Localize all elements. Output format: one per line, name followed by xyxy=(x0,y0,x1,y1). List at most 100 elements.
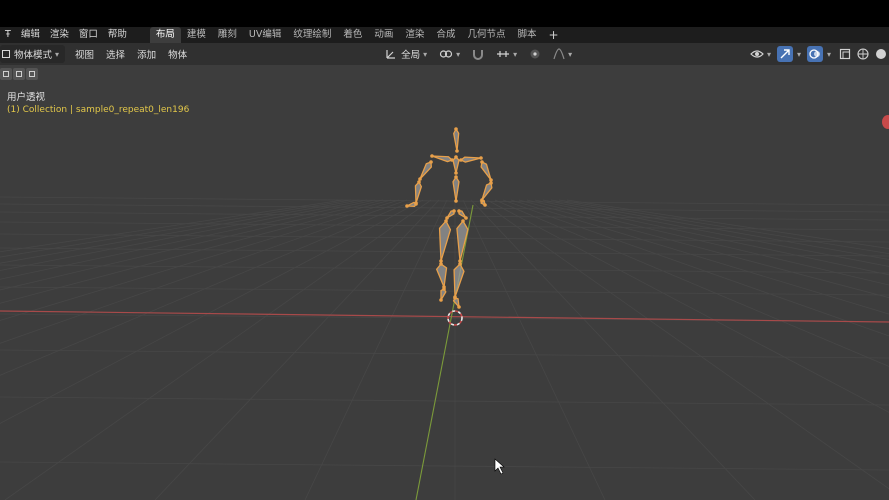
bone-joint xyxy=(452,209,456,213)
menu-window[interactable]: 窗口 xyxy=(74,27,103,43)
bone-joint xyxy=(439,262,443,266)
menu-edit[interactable]: 编辑 xyxy=(16,27,45,43)
select-subtract-button[interactable] xyxy=(26,68,38,80)
chevron-down-icon: ▾ xyxy=(513,49,518,59)
visibility-dropdown[interactable]: ▾ xyxy=(748,45,773,63)
bone-joint xyxy=(450,158,454,162)
select-extend-button[interactable] xyxy=(13,68,25,80)
menu-add[interactable]: 添加 xyxy=(131,45,162,63)
bone-joint xyxy=(454,127,458,131)
xray-icon xyxy=(839,48,851,60)
bone-joint xyxy=(442,287,446,291)
bone-joint xyxy=(457,305,461,309)
bone-joint xyxy=(489,181,493,185)
collection-info: (1) Collection | sample0_repeat0_len196 xyxy=(7,105,190,115)
bone-joint xyxy=(461,219,465,223)
select-subtract-icon xyxy=(29,71,35,77)
wireframe-sphere-icon xyxy=(857,48,869,60)
solid-shading-button[interactable] xyxy=(873,46,889,62)
bone-joint xyxy=(417,180,421,184)
3d-viewport[interactable] xyxy=(0,65,889,500)
workspace-tabs: 布局 建模 雕刻 UV编辑 纹理绘制 着色 动画 渲染 合成 几何节点 脚本 + xyxy=(149,27,565,43)
bone-joint xyxy=(429,160,433,164)
select-new-button[interactable] xyxy=(0,68,12,80)
tab-animation[interactable]: 动画 xyxy=(368,27,399,43)
gizmo-toggle[interactable] xyxy=(776,46,793,62)
mode-label: 物体模式 xyxy=(14,50,53,61)
menu-select[interactable]: 选择 xyxy=(100,45,131,63)
gizmo-arrow-icon xyxy=(780,49,790,59)
falloff-curve-icon xyxy=(553,48,565,60)
bone-joint xyxy=(457,209,461,213)
link-icon xyxy=(440,50,453,58)
falloff-dropdown[interactable]: ▾ xyxy=(547,45,578,63)
chevron-down-icon: ▾ xyxy=(55,49,60,59)
chevron-down-icon[interactable]: ▾ xyxy=(827,50,831,59)
xray-toggle[interactable] xyxy=(837,46,853,62)
tab-uv-editing[interactable]: UV编辑 xyxy=(243,27,287,43)
bone-joint xyxy=(454,199,458,203)
tab-modeling[interactable]: 建模 xyxy=(181,27,212,43)
menu-help[interactable]: 帮助 xyxy=(103,27,132,43)
proportional-edit-icon xyxy=(530,49,540,59)
tab-compositing[interactable]: 合成 xyxy=(430,27,461,43)
wireframe-shading-button[interactable] xyxy=(855,46,871,62)
overlays-toggle[interactable] xyxy=(806,46,823,62)
orientation-label: 全局 xyxy=(401,50,421,61)
navigation-gizmo[interactable] xyxy=(882,115,889,129)
pivot-point-dropdown[interactable]: ▾ xyxy=(433,45,466,63)
bone-joint xyxy=(444,219,448,223)
tab-geometry-nodes[interactable]: 几何节点 xyxy=(461,27,511,43)
bone-joint xyxy=(414,202,418,206)
menu-view[interactable]: 视图 xyxy=(69,45,100,63)
bone-joint xyxy=(458,262,462,266)
bone-joint xyxy=(480,160,484,164)
bone-joint xyxy=(479,156,483,160)
selection-mode-buttons xyxy=(0,68,38,80)
viewport-scene[interactable] xyxy=(0,65,889,500)
object-mode-icon xyxy=(2,50,10,58)
snap-target-dropdown[interactable]: ▾ xyxy=(490,45,523,63)
menu-render[interactable]: 渲染 xyxy=(45,27,74,43)
bone-joint xyxy=(459,158,463,162)
tab-texture-paint[interactable]: 纹理绘制 xyxy=(287,27,337,43)
snap-toggle[interactable] xyxy=(466,45,490,63)
chevron-down-icon: ▾ xyxy=(766,49,771,59)
chevron-down-icon: ▾ xyxy=(423,49,428,59)
menu-object[interactable]: 物体 xyxy=(162,45,193,63)
bone-joint xyxy=(439,298,443,302)
tab-scripting[interactable]: 脚本 xyxy=(511,27,542,43)
bone-joint xyxy=(454,155,458,159)
eye-icon xyxy=(750,50,764,58)
top-black-bar xyxy=(0,0,889,30)
snap-increment-icon xyxy=(497,51,510,57)
bone-joint xyxy=(464,216,468,220)
view-name: 用户透视 xyxy=(7,92,46,103)
viewport-info-overlay: 用户透视 (1) Collection | sample0_repeat0_le… xyxy=(7,91,189,117)
add-workspace-button[interactable]: + xyxy=(542,27,564,43)
select-new-icon xyxy=(3,71,9,77)
select-extend-icon xyxy=(16,71,22,77)
tab-rendering[interactable]: 渲染 xyxy=(399,27,430,43)
overlays-icon xyxy=(809,49,820,59)
chevron-down-icon[interactable]: ▾ xyxy=(797,50,801,59)
menu-file[interactable]: Ŧ xyxy=(0,27,16,43)
transform-orientation-dropdown[interactable]: 全局 ▾ xyxy=(379,45,433,63)
magnet-icon xyxy=(473,50,484,60)
bone-joint xyxy=(454,171,458,175)
bone-joint xyxy=(483,203,487,207)
bone-joint xyxy=(480,199,484,203)
viewport-header: 物体模式 ▾ 视图 选择 添加 物体 全局 ▾ ▾ ▾ ▾ ▾ ▾ ▾ xyxy=(0,43,889,65)
tab-sculpting[interactable]: 雕刻 xyxy=(212,27,243,43)
solid-sphere-icon xyxy=(876,49,886,59)
bone-joint xyxy=(455,149,459,153)
tab-shading[interactable]: 着色 xyxy=(337,27,368,43)
bone-joint xyxy=(405,204,409,208)
chevron-down-icon: ▾ xyxy=(568,49,573,59)
tab-layout[interactable]: 布局 xyxy=(149,27,181,43)
proportional-edit-toggle[interactable] xyxy=(523,45,547,63)
mode-selector[interactable]: 物体模式 ▾ xyxy=(0,45,66,63)
chevron-down-icon: ▾ xyxy=(456,49,461,59)
top-menubar: Ŧ 编辑 渲染 窗口 帮助 布局 建模 雕刻 UV编辑 纹理绘制 着色 动画 渲… xyxy=(0,27,889,43)
bone-joint xyxy=(453,296,457,300)
